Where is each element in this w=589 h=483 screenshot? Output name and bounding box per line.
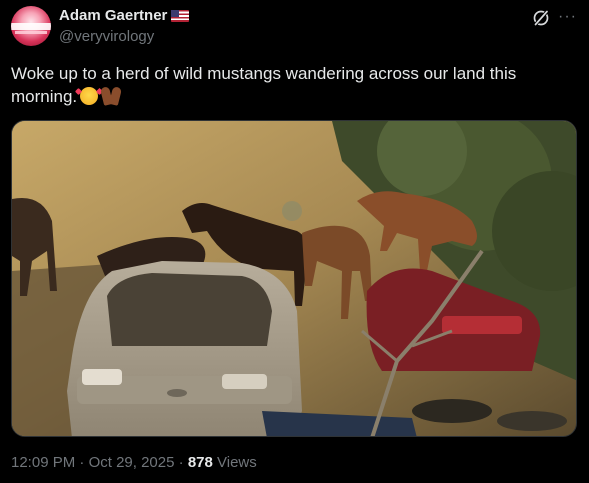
grok-icon[interactable] bbox=[532, 9, 550, 27]
views-label: Views bbox=[217, 454, 257, 471]
avatar[interactable] bbox=[11, 6, 51, 46]
tweet-text: Woke up to a herd of wild mustangs wande… bbox=[11, 62, 571, 108]
tweet-photo[interactable] bbox=[11, 120, 577, 437]
meta-separator-2: · bbox=[178, 454, 184, 471]
photo-scene bbox=[12, 121, 576, 436]
handle[interactable]: @veryvirology bbox=[59, 28, 154, 46]
author-name-row: Adam Gaertner bbox=[59, 7, 190, 25]
raising-hands-icon bbox=[101, 87, 121, 105]
display-name[interactable]: Adam Gaertner bbox=[59, 7, 167, 25]
tweet-date[interactable]: Oct 29, 2025 bbox=[89, 454, 175, 471]
more-icon[interactable]: ··· bbox=[558, 8, 577, 26]
tweet-time[interactable]: 12:09 PM bbox=[11, 454, 75, 471]
meta-separator: · bbox=[79, 454, 85, 471]
tweet-card: Adam Gaertner @veryvirology ··· Woke up … bbox=[0, 0, 589, 483]
us-flag-icon bbox=[171, 10, 190, 22]
views-count: 878 bbox=[187, 454, 213, 471]
smiling-face-with-hearts-icon bbox=[80, 87, 99, 105]
tweet-meta: 12:09 PM · Oct 29, 2025 · 878 Views bbox=[11, 454, 257, 472]
